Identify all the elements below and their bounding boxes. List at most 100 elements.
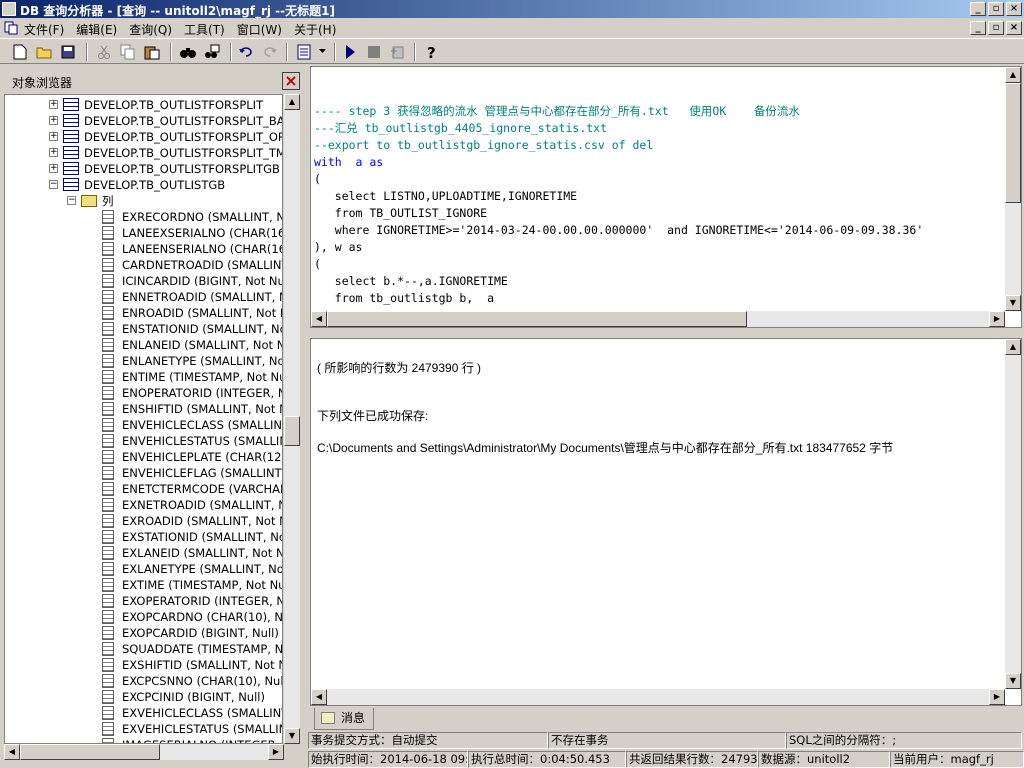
column-icon xyxy=(102,546,114,560)
object-browser-panel: 对象浏览器 × + DEVELOP.TB_OUTLISTFORSPLIT + DEVE… xyxy=(0,68,304,768)
tree-column-label: EXSTATIONID (SMALLINT, Not N xyxy=(122,530,282,544)
collapse-icon[interactable]: − xyxy=(67,196,76,205)
undo-icon[interactable] xyxy=(236,42,256,62)
messages-horizontal-scrollbar[interactable]: ◀ ▶ xyxy=(311,689,1005,705)
expand-icon[interactable]: + xyxy=(49,116,58,125)
tree-column-label: EXTIME (TIMESTAMP, Not Null) xyxy=(122,578,283,592)
object-tree[interactable]: + DEVELOP.TB_OUTLISTFORSPLIT + DEVELOP.TB_O… xyxy=(4,94,283,744)
minimize-button[interactable]: _ xyxy=(970,2,986,16)
replace-icon[interactable] xyxy=(202,42,222,62)
expand-icon[interactable]: + xyxy=(49,100,58,109)
dropdown-icon[interactable] xyxy=(318,42,328,62)
mdi-close-button[interactable]: × xyxy=(1006,21,1022,35)
mdi-minimize-button[interactable]: _ xyxy=(970,21,986,35)
scroll-left-arrow-icon[interactable]: ◀ xyxy=(311,311,327,327)
save-icon[interactable] xyxy=(58,42,78,62)
object-browser-header: 对象浏览器 × xyxy=(4,70,300,92)
code-line: --export to tb_outlistgb_ignore_statis.c… xyxy=(314,138,654,152)
menu-file[interactable]: 文件(F) xyxy=(24,21,64,38)
tree-column-label: EXCPCINID (BIGINT, Null) xyxy=(122,690,265,704)
copy-icon[interactable] xyxy=(118,42,138,62)
help-icon[interactable]: ? xyxy=(422,42,442,62)
tree-column-label: ENVEHICLECLASS (SMALLINT, I xyxy=(122,418,283,432)
scroll-up-arrow-icon[interactable]: ▲ xyxy=(1005,67,1021,83)
column-icon xyxy=(102,514,114,528)
tree-folder-label: 列 xyxy=(102,194,114,208)
scroll-left-arrow-icon[interactable]: ◀ xyxy=(4,744,20,760)
column-icon xyxy=(102,370,114,384)
scroll-right-arrow-icon[interactable]: ▶ xyxy=(989,689,1005,705)
message-icon xyxy=(321,712,335,724)
tree-column-label: EXVEHICLECLASS (SMALLINT, I xyxy=(122,706,283,720)
redo-icon[interactable] xyxy=(260,42,280,62)
object-browser-title: 对象浏览器 xyxy=(12,76,73,90)
tree-column-label: EXLANEID (SMALLINT, Not Null) xyxy=(122,546,282,560)
parse-icon[interactable] xyxy=(388,42,408,62)
commit-mode-status: 事务提交方式：自动提交 xyxy=(308,732,548,749)
stop-icon[interactable] xyxy=(364,42,384,62)
scroll-down-arrow-icon[interactable]: ▼ xyxy=(1005,673,1021,689)
scroll-up-arrow-icon[interactable]: ▲ xyxy=(1005,339,1021,355)
menu-tools[interactable]: 工具(T) xyxy=(184,21,225,38)
mdi-restore-button[interactable]: ▫ xyxy=(988,21,1004,35)
find-icon[interactable] xyxy=(178,42,198,62)
horizontal-splitter[interactable] xyxy=(310,328,1024,336)
tree-column-label: ENTIME (TIMESTAMP, Not Null) xyxy=(122,370,283,384)
collapse-icon[interactable]: − xyxy=(49,180,58,189)
tree-hscroll-thumb[interactable] xyxy=(20,744,160,760)
tree-node-label: DEVELOP.TB_OUTLISTFORSPLITGB xyxy=(84,162,280,176)
paste-icon[interactable] xyxy=(142,42,162,62)
document-menu-icon[interactable] xyxy=(4,21,18,35)
editor-horizontal-scrollbar[interactable]: ◀ ▶ xyxy=(311,311,1005,327)
tab-messages-label: 消息 xyxy=(341,711,366,725)
scroll-down-arrow-icon[interactable]: ▼ xyxy=(284,728,300,744)
tree-horizontal-scrollbar[interactable]: ◀ ▶ xyxy=(4,744,284,760)
scroll-down-arrow-icon[interactable]: ▼ xyxy=(1005,295,1021,311)
editor-hscroll-thumb[interactable] xyxy=(327,311,747,327)
code-line: ---汇兑 tb_outlistgb_4405_ignore_statis.tx… xyxy=(314,121,608,135)
menu-about[interactable]: 关于(H) xyxy=(294,21,336,38)
column-icon xyxy=(102,658,114,672)
code-line: ( xyxy=(314,172,321,186)
tree-node-label: DEVELOP.TB_OUTLISTFORSPLIT_TMP xyxy=(84,146,283,160)
rows-affected-message: ( 所影响的行数为 2479390 行 ) xyxy=(317,361,482,375)
scroll-right-arrow-icon[interactable]: ▶ xyxy=(268,744,284,760)
scroll-up-arrow-icon[interactable]: ▲ xyxy=(284,94,300,110)
code-line: select b.*--,a.IGNORETIME xyxy=(314,274,508,288)
expand-icon[interactable]: + xyxy=(49,164,58,173)
messages-pane[interactable]: ( 所影响的行数为 2479390 行 ) 下列文件已成功保存: C:\Docu… xyxy=(310,338,1022,706)
column-icon xyxy=(102,290,114,304)
scroll-right-arrow-icon[interactable]: ▶ xyxy=(989,311,1005,327)
close-icon[interactable]: × xyxy=(282,72,300,90)
editor-vertical-scrollbar[interactable]: ▲ ▼ xyxy=(1005,67,1021,311)
tree-node-label: DEVELOP.TB_OUTLISTFORSPLIT xyxy=(84,98,264,112)
close-button[interactable]: × xyxy=(1006,2,1022,16)
tree-column-label: ENVEHICLEPLATE (CHAR(12), N xyxy=(122,450,282,464)
menu-query[interactable]: 查询(Q) xyxy=(129,21,172,38)
tree-scroll-thumb[interactable] xyxy=(284,416,300,446)
tree-vertical-scrollbar[interactable]: ▲ ▼ xyxy=(284,94,300,744)
expand-icon[interactable]: + xyxy=(49,132,58,141)
column-icon xyxy=(102,418,114,432)
scroll-left-arrow-icon[interactable]: ◀ xyxy=(311,689,327,705)
datasource-status: 数据源：unitoll2 xyxy=(758,751,890,768)
expand-icon[interactable]: + xyxy=(49,148,58,157)
tab-messages[interactable]: 消息 xyxy=(314,708,374,730)
result-tabs: 消息 xyxy=(310,708,1022,730)
column-icon xyxy=(102,258,114,272)
menu-edit[interactable]: 编辑(E) xyxy=(76,21,117,38)
tree-column-label: LANEENSERIALNO (CHAR(16), N xyxy=(122,242,282,256)
new-file-icon[interactable] xyxy=(10,42,30,62)
messages-vertical-scrollbar[interactable]: ▲ ▼ xyxy=(1005,339,1021,689)
restore-button[interactable]: ▫ xyxy=(988,2,1004,16)
cut-icon[interactable] xyxy=(94,42,114,62)
table-icon xyxy=(63,162,79,175)
tree-column-label: EXCPCSNNO (CHAR(10), Null) xyxy=(122,674,283,688)
menu-window[interactable]: 窗口(W) xyxy=(237,21,282,38)
tree-column-label: EXSHIFTID (SMALLINT, Not Null xyxy=(122,658,283,672)
sql-editor[interactable]: ---- step 3 获得忽略的流水 管理点与中心都存在部分_所有.txt 使… xyxy=(310,66,1022,328)
results-mode-icon[interactable] xyxy=(294,42,314,62)
open-folder-icon[interactable] xyxy=(34,42,54,62)
editor-scroll-thumb[interactable] xyxy=(1005,83,1021,203)
execute-icon[interactable] xyxy=(340,42,360,62)
